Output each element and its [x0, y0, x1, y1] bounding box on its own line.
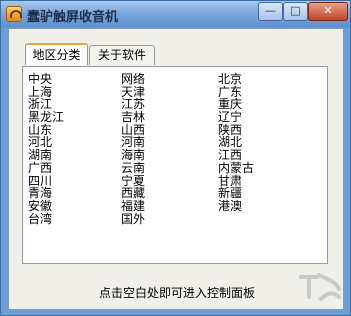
region-list-panel: 中央 上海 浙江 黑龙江 山东 河北 湖南 广西 四川 青海 安徽 台湾 网络 …	[22, 66, 328, 264]
region-item[interactable]: 青海	[28, 187, 64, 200]
client-area[interactable]: 地区分类 关于软件 中央 上海 浙江 黑龙江 山东 河北 湖南 广西 四川 青海…	[8, 28, 344, 310]
region-item[interactable]: 江西	[218, 149, 254, 162]
region-item[interactable]: 安徽	[28, 200, 64, 213]
region-item[interactable]: 港澳	[218, 200, 254, 213]
title-bar[interactable]: 蠢驴触屏收音机 — □ ✕	[1, 1, 350, 28]
region-item[interactable]: 辽宁	[218, 111, 254, 124]
region-column-3: 北京 广东 重庆 辽宁 陕西 湖北 江西 内蒙古 甘肃 新疆 港澳	[218, 73, 254, 213]
region-item[interactable]: 黑龙江	[28, 111, 64, 124]
region-item[interactable]: 中央	[28, 73, 64, 86]
region-item[interactable]: 新疆	[218, 187, 254, 200]
region-item[interactable]: 西藏	[121, 187, 145, 200]
region-item[interactable]: 网络	[121, 73, 145, 86]
region-column-2: 网络 天津 江苏 吉林 山西 河南 海南 云南 宁夏 西藏 福建 国外	[121, 73, 145, 225]
control-panel-hint: 点击空白处即可进入控制面板	[98, 286, 255, 300]
tab-about-software[interactable]: 关于软件	[89, 45, 155, 65]
download-watermark-logo	[299, 273, 341, 301]
minimize-button[interactable]: —	[258, 2, 283, 21]
region-column-1: 中央 上海 浙江 黑龙江 山东 河北 湖南 广西 四川 青海 安徽 台湾	[28, 73, 64, 225]
close-button[interactable]: ✕	[308, 2, 348, 21]
region-item[interactable]: 湖南	[28, 149, 64, 162]
window-title: 蠢驴触屏收音机	[27, 10, 119, 25]
radio-app-icon	[6, 6, 22, 22]
region-item[interactable]: 福建	[121, 200, 145, 213]
region-item[interactable]: 北京	[218, 73, 254, 86]
maximize-button[interactable]: □	[283, 2, 308, 21]
region-item[interactable]: 内蒙古	[218, 162, 254, 175]
region-item[interactable]: 广西	[28, 162, 64, 175]
region-item[interactable]: 台湾	[28, 212, 64, 226]
region-item[interactable]: 海南	[121, 149, 145, 162]
app-window: 蠢驴触屏收音机 — □ ✕ 地区分类 关于软件 中央 上海 浙江 黑龙江 山东 …	[0, 0, 351, 316]
region-item[interactable]: 吉林	[121, 111, 145, 124]
region-item[interactable]: 国外	[121, 212, 145, 226]
region-item[interactable]: 云南	[121, 162, 145, 175]
tab-region-categories[interactable]: 地区分类	[25, 43, 88, 65]
